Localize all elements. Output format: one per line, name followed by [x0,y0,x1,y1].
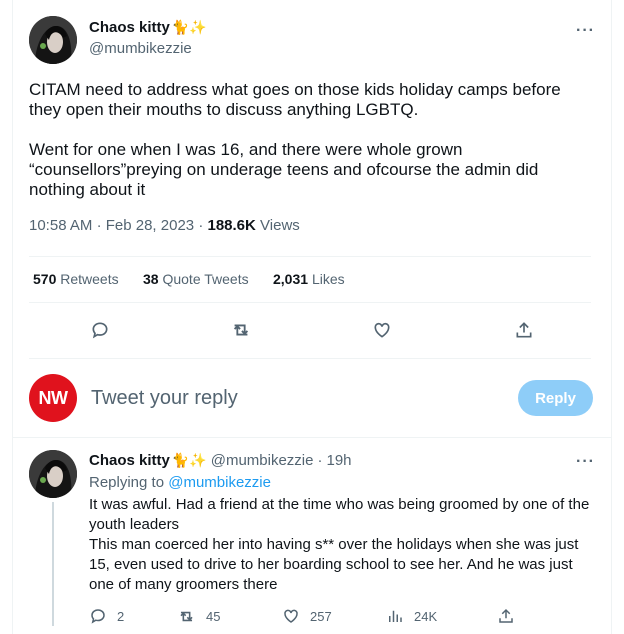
thread-line [52,502,54,626]
share-icon [499,608,513,623]
retweet-button[interactable] [229,318,253,342]
divider [29,256,591,257]
quote-tweets-stat[interactable]: 38 Quote Tweets [143,271,249,287]
reply-retweet-button[interactable]: 45 [177,607,220,626]
replying-to-handle[interactable]: @mumbikezzie [168,474,271,491]
reply-more-options-icon[interactable]: ··· [576,453,595,471]
like-icon [374,322,390,338]
more-options-icon[interactable]: ··· [576,22,595,40]
share-button[interactable] [512,318,536,342]
tweet-text-paragraph-2: Went for one when I was 16, and there we… [29,140,539,199]
tweet-meta: 10:58 AM · Feb 28, 2023 · 188.6K Views [29,217,300,234]
retweet-icon [233,324,249,336]
reply-submit-button[interactable]: Reply [518,380,593,416]
reply-button[interactable] [88,318,112,342]
reply-author-handle[interactable]: @mumbikezzie [211,452,314,469]
likes-count: 2,031 [273,271,309,287]
author-name-emoji: 🐈✨ [171,19,207,35]
divider [13,437,611,438]
reply-author-avatar[interactable] [29,450,77,498]
tweet-time[interactable]: 10:58 AM [29,217,92,234]
meta-separator: · [317,452,323,469]
retweets-count: 570 [33,271,57,287]
reply-author-name-emoji: 🐈✨ [171,452,207,468]
like-icon [284,609,298,623]
reply-text-line-2: This man coerced her into having s** ove… [89,536,579,593]
replying-to-label: Replying to [89,474,165,491]
reply-retweet-count: 45 [206,609,221,624]
reply-time[interactable]: 19h [327,452,352,469]
reply-reply-count: 2 [117,608,125,624]
quotes-label: Quote Tweets [162,271,249,287]
views-label: Views [260,217,300,234]
meta-separator: · [96,217,102,234]
reply-reply-button[interactable]: 2 [89,607,124,625]
author-name[interactable]: Chaos kitty [89,19,170,36]
reply-icon [91,609,105,624]
reply-share-button[interactable] [497,607,525,625]
reply-author-name[interactable]: Chaos kitty [89,452,170,469]
compose-avatar: NW [29,374,77,422]
share-icon [516,322,532,338]
replying-to: Replying to @mumbikezzie [89,474,271,491]
like-button[interactable] [370,318,394,342]
reply-text-line-1: It was awful. Had a friend at the time w… [89,496,590,533]
reply-views-button[interactable]: 24K [386,607,437,625]
reply-input[interactable]: Tweet your reply [91,387,238,410]
divider [29,358,591,359]
views-count: 188.6K [207,217,256,234]
retweet-icon [180,611,193,622]
reply-views-count: 24K [414,608,438,624]
tweet-text-paragraph-1: CITAM need to address what goes on those… [29,80,561,119]
likes-stat[interactable]: 2,031 Likes [273,271,345,287]
reply-icon [92,322,108,339]
divider [29,302,591,303]
retweets-stat[interactable]: 570 Retweets [33,271,119,287]
compose-avatar-text: NW [38,387,69,408]
reply-like-count: 257 [310,608,332,624]
author-avatar[interactable] [29,16,77,64]
author-handle[interactable]: @mumbikezzie [89,40,192,57]
retweets-label: Retweets [60,271,119,287]
reply-header: Chaos kitty 🐈✨ @mumbikezzie · 19h [89,452,352,469]
meta-separator: · [198,217,204,234]
reply-like-button[interactable]: 257 [282,607,332,625]
tweet-date[interactable]: Feb 28, 2023 [106,217,194,234]
likes-label: Likes [311,271,345,287]
quotes-count: 38 [143,271,159,287]
views-icon [389,610,402,622]
